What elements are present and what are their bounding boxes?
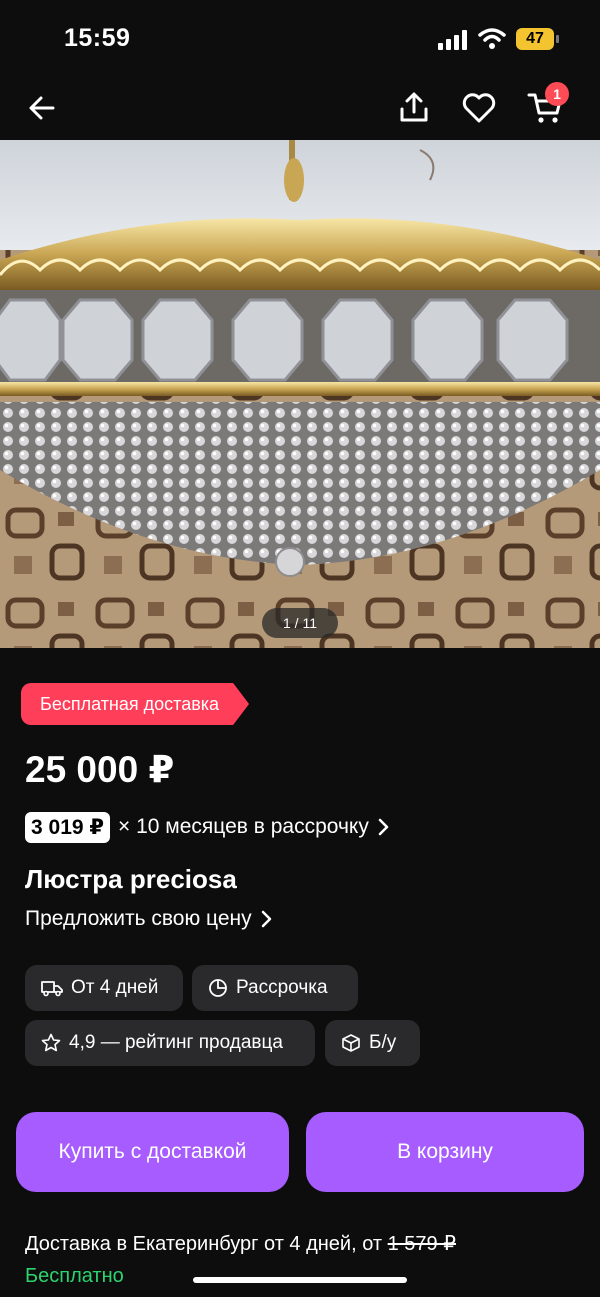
delivery-info-text: Доставка в Екатеринбург от 4 дней, от	[25, 1233, 383, 1255]
signal-icon	[438, 30, 467, 50]
product-photo	[0, 140, 600, 648]
heart-icon	[462, 93, 496, 123]
wifi-icon	[478, 28, 506, 49]
offer-price-label: Предложить свою цену	[25, 907, 252, 930]
installment-text: × 10 месяцев в рассрочку	[118, 815, 369, 838]
product-image-gallery[interactable]: 1 / 11	[0, 140, 600, 648]
buy-with-delivery-button[interactable]: Купить с доставкой	[16, 1112, 289, 1192]
seller-rating-chip[interactable]: 4,9 — рейтинг продавца	[25, 1020, 315, 1066]
cart-count-badge: 1	[545, 82, 569, 106]
battery-tip	[556, 35, 559, 43]
seller-rating-label: 4,9 — рейтинг продавца	[69, 1032, 283, 1053]
share-icon	[400, 92, 428, 122]
delivery-info: Доставка в Екатеринбург от 4 дней, от 1 …	[25, 1231, 456, 1256]
status-bar: 15:59 47	[0, 0, 600, 80]
top-nav: 1	[0, 80, 600, 140]
free-delivery-badge: Бесплатная доставка	[21, 683, 250, 725]
delivery-old-price: 1 579 ₽	[387, 1233, 456, 1255]
star-icon	[41, 1033, 61, 1052]
pie-chart-icon	[209, 979, 227, 997]
share-button[interactable]	[392, 86, 436, 130]
box-icon	[342, 1034, 360, 1052]
installment-chip-label: Рассрочка	[236, 977, 328, 998]
cart-button[interactable]: 1	[523, 82, 569, 130]
home-indicator[interactable]	[193, 1277, 407, 1283]
chevron-right-icon	[261, 910, 271, 928]
installment-amount: 3 019 ₽	[25, 811, 110, 843]
add-to-cart-button[interactable]: В корзину	[306, 1112, 584, 1192]
condition-label: Б/у	[369, 1032, 397, 1053]
chevron-right-icon	[378, 818, 389, 836]
delivery-time-label: От 4 дней	[71, 977, 159, 998]
back-button[interactable]	[20, 86, 64, 130]
battery-level: 47	[516, 28, 554, 50]
product-price: 25 000 ₽	[25, 749, 175, 790]
status-time: 15:59	[64, 24, 131, 52]
gallery-counter: 1 / 11	[262, 608, 338, 638]
favorite-button[interactable]	[457, 86, 501, 130]
delivery-time-chip[interactable]: От 4 дней	[25, 965, 183, 1011]
delivery-free-label: Бесплатно	[25, 1265, 124, 1287]
installment-link[interactable]: 3 019 ₽ × 10 месяцев в рассрочку	[25, 810, 391, 844]
installment-chip[interactable]: Рассрочка	[192, 965, 358, 1011]
back-arrow-icon	[29, 96, 55, 120]
condition-chip[interactable]: Б/у	[325, 1020, 420, 1066]
battery-indicator: 47	[516, 28, 560, 50]
truck-icon	[41, 981, 63, 997]
product-title: Люстра preciosa	[25, 864, 237, 894]
offer-price-link[interactable]: Предложить свою цену	[25, 907, 274, 931]
